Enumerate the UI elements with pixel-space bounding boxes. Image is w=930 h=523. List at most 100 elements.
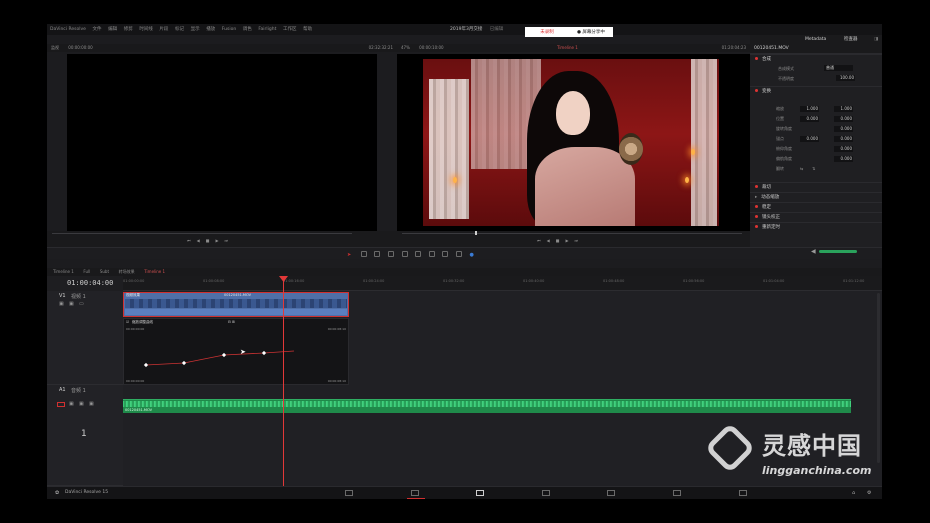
overwrite-clip-icon[interactable] (401, 251, 408, 257)
zoom-curve-graph[interactable] (124, 329, 350, 379)
timeline-viewer-canvas[interactable] (397, 54, 750, 231)
lock-icon[interactable]: ▣ (59, 301, 64, 307)
expand-icon[interactable]: ◨ (874, 35, 878, 44)
rotation-value[interactable]: 0.000 (834, 126, 853, 132)
speaker-icon[interactable]: ◀ (811, 248, 816, 255)
transform-zoom-row: 缩放 1.000 1.000 (750, 104, 882, 114)
insert-clip-icon[interactable] (387, 251, 394, 257)
video-frame-image (423, 59, 719, 226)
flip-vertical-icon[interactable]: ⇅ (812, 164, 815, 174)
timeline-timecode[interactable]: 01:00:04:00 (67, 279, 113, 287)
notice-left[interactable]: 未录制 (525, 29, 569, 35)
yaw-value[interactable]: 0.000 (834, 156, 853, 162)
timeline-tab-1[interactable]: Timeline 1 (53, 268, 74, 276)
audio-track-name[interactable]: 音频 1 (71, 387, 86, 394)
section-transform[interactable]: 变换 (750, 86, 882, 96)
source-scrubber[interactable] (52, 233, 352, 234)
timeline-tab-3[interactable]: Subt (100, 268, 109, 276)
menu-trim[interactable]: 修剪 (124, 24, 133, 35)
trim-tool-icon[interactable] (360, 251, 367, 257)
notice-right[interactable]: ● 屏幕分享中 (569, 29, 613, 35)
settings-gear-icon[interactable]: ⚙ (867, 490, 871, 496)
section-dynamic-zoom[interactable]: ▸ 动态缩放 (750, 192, 882, 202)
solo-icon[interactable]: ▣ (79, 401, 84, 407)
curve-tools-icon[interactable]: ⊟ ⊞ (228, 320, 235, 324)
timeline-ruler[interactable]: 01:00:00:00 01:00:08:00 01:00:16:00 01:0… (123, 276, 882, 291)
section-stabilization[interactable]: 稳定 (750, 202, 882, 212)
link-icon[interactable] (442, 251, 449, 257)
section-stabilization-label: 稳定 (762, 205, 771, 210)
menu-timeline[interactable]: 时间线 (139, 24, 153, 35)
pitch-value[interactable]: 0.000 (834, 146, 853, 152)
menu-workspace[interactable]: 工作区 (283, 24, 297, 35)
blade-tool-icon[interactable] (374, 251, 381, 257)
composite-mode-select[interactable]: 普通 (824, 65, 853, 71)
snapping-icon[interactable] (428, 251, 435, 257)
marker-icon[interactable]: ● (470, 252, 474, 258)
fairlight-page-icon[interactable] (672, 490, 681, 496)
menu-mark[interactable]: 标记 (175, 24, 184, 35)
menu-view[interactable]: 显示 (191, 24, 200, 35)
menu-help[interactable]: 帮助 (303, 24, 312, 35)
menu-edit[interactable]: 编辑 (108, 24, 117, 35)
menu-fairlight[interactable]: Fairlight (258, 24, 276, 35)
clip-keyframe-lane[interactable] (125, 309, 347, 315)
audio-level-slider[interactable] (819, 250, 857, 253)
home-icon[interactable]: ⌂ (852, 490, 855, 496)
section-composite[interactable]: 合成 (750, 54, 882, 64)
inspector-button[interactable]: 检查器 (844, 35, 858, 44)
menu-playback[interactable]: 播放 (206, 24, 215, 35)
zoom-x-value[interactable]: 1.000 (800, 106, 819, 112)
scrubber-handle[interactable] (475, 231, 477, 235)
video-track-name[interactable]: 视频 1 (71, 293, 86, 300)
selection-tool-icon[interactable]: ➤ (347, 252, 351, 258)
menu-file[interactable]: 文件 (93, 24, 102, 35)
anchor-x-value[interactable]: 0.000 (800, 136, 819, 142)
source-viewer-canvas[interactable] (67, 54, 377, 231)
edit-page-icon[interactable] (476, 490, 485, 496)
screen-share-notice: 未录制 ● 屏幕分享中 (525, 27, 613, 37)
video-track-lane[interactable]: 视频效果 00120451.MOV ☑ 缩放调整曲线 ⊟ ⊞ 00:00:00:… (123, 291, 882, 385)
inspector-top-buttons: Metadata 检查器 ◨ (750, 35, 882, 44)
media-page-icon[interactable] (345, 490, 353, 496)
cut-page-icon[interactable] (410, 490, 419, 496)
section-lens-correction[interactable]: 镜头校正 (750, 212, 882, 222)
zoom-y-value[interactable]: 1.000 (834, 106, 853, 112)
section-retime-scaling[interactable]: 重新定时 (750, 222, 882, 232)
checkbox-icon[interactable]: ☑ (126, 320, 129, 324)
timeline-tab-5-active[interactable]: Timeline 1 (144, 268, 165, 276)
video-clip[interactable]: 视频效果 00120451.MOV (123, 292, 349, 317)
playhead[interactable] (283, 276, 284, 486)
curve-editor-panel[interactable]: ☑ 缩放调整曲线 ⊟ ⊞ 00:00:00:00 00:00:08:10 00:… (123, 318, 349, 385)
audio-lock-icon[interactable]: ▣ (69, 401, 74, 407)
menu-color[interactable]: 调色 (243, 24, 252, 35)
timeline-transport-icons[interactable]: ⏮◀■▶⏭ (537, 238, 584, 243)
timeline-tab-2[interactable]: Full (83, 268, 90, 276)
curtain-right (691, 59, 717, 226)
timeline-tab-4[interactable]: 转场效果 (119, 268, 135, 276)
menu-fusion[interactable]: Fusion (222, 24, 236, 35)
monitor-icon[interactable]: ▭ (79, 301, 84, 307)
color-page-icon[interactable] (607, 490, 616, 496)
flip-horizontal-icon[interactable]: ⇆ (800, 164, 803, 174)
menu-clip[interactable]: 片段 (159, 24, 168, 35)
opacity-value[interactable]: 100.00 (836, 75, 855, 81)
timeline-viewer-name[interactable]: Timeline 1 (557, 44, 578, 52)
replace-clip-icon[interactable] (415, 251, 422, 257)
metadata-button[interactable]: Metadata (805, 35, 826, 44)
flag-icon[interactable] (455, 251, 462, 257)
auto-select-icon[interactable]: ▣ (69, 301, 74, 307)
viewer-zoom[interactable]: 47% (401, 45, 410, 50)
section-cropping[interactable]: 裁切 (750, 182, 882, 192)
menu-app[interactable]: DaVinci Resolve (50, 24, 86, 35)
deliver-page-icon[interactable] (738, 490, 747, 496)
audio-clip[interactable]: 00120451.MOV (123, 399, 851, 413)
source-transport-icons[interactable]: ⏮◀■▶⏭ (187, 238, 234, 243)
position-y-value[interactable]: 0.000 (834, 116, 853, 122)
fusion-page-icon[interactable] (541, 490, 550, 496)
mute-icon[interactable]: ▣ (89, 401, 94, 407)
position-x-value[interactable]: 0.000 (800, 116, 819, 122)
anchor-y-value[interactable]: 0.000 (834, 136, 853, 142)
timeline-scrubber[interactable] (402, 233, 742, 234)
record-arm-icon[interactable] (57, 402, 65, 407)
